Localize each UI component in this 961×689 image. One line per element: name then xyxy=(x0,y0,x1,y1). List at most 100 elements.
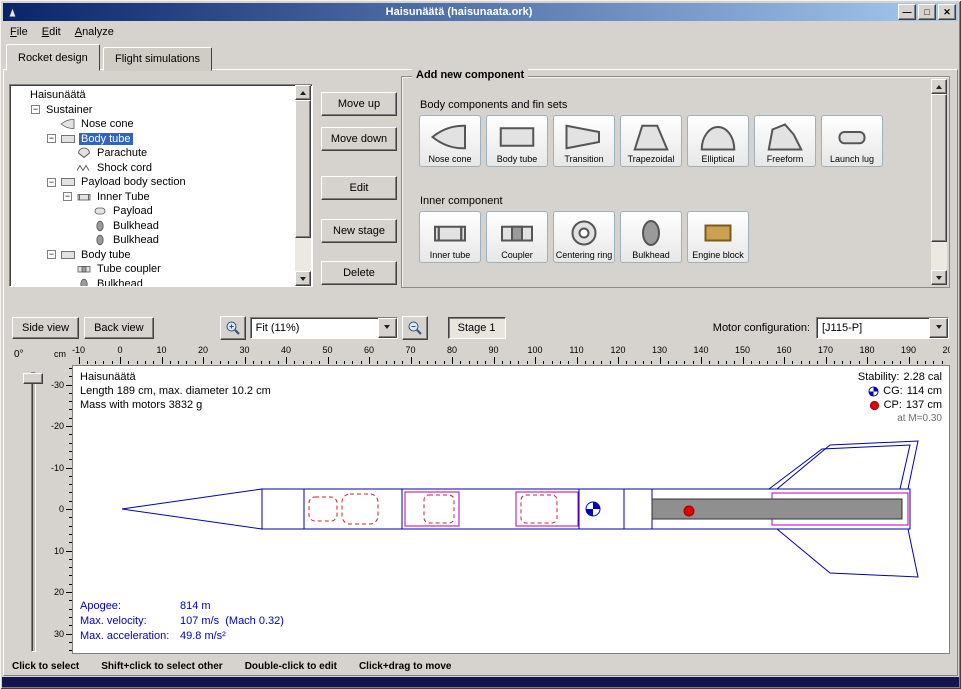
ruler-tick xyxy=(245,357,246,364)
tree-expander-icon[interactable]: − xyxy=(63,192,72,201)
ruler-tick xyxy=(801,361,802,364)
minimize-button[interactable]: — xyxy=(898,4,916,20)
tree-item-bulkhead[interactable]: Bulkhead xyxy=(13,233,294,248)
menu-edit[interactable]: Edit xyxy=(35,22,68,42)
close-button[interactable]: ✕ xyxy=(938,4,956,20)
tree-item-label: Payload body section xyxy=(79,176,188,188)
tree-item-bulkhead[interactable]: Bulkhead xyxy=(13,219,294,234)
tree-item-payload[interactable]: Payload xyxy=(13,204,294,219)
tree-item-inner-tube[interactable]: −Inner Tube xyxy=(13,190,294,205)
ruler-tick xyxy=(834,361,835,364)
ruler-number: -10 xyxy=(72,345,85,355)
hint-click-select: Click to select xyxy=(12,661,79,672)
add-freeform-button[interactable]: Freeform xyxy=(754,115,816,167)
ruler-number: -30 xyxy=(51,380,64,390)
add-transition-button[interactable]: Transition xyxy=(553,115,615,167)
tree-item-haisun-t-[interactable]: Haisunäätä xyxy=(13,88,294,103)
chevron-down-icon[interactable] xyxy=(929,318,948,338)
add-centering-ring-button[interactable]: Centering ring xyxy=(553,211,615,263)
maximize-button[interactable]: □ xyxy=(918,4,936,20)
delete-button[interactable]: Delete xyxy=(321,261,397,285)
move-up-button[interactable]: Move up xyxy=(321,92,397,116)
scroll-down-icon[interactable] xyxy=(295,271,311,286)
tree-item-label: Sustainer xyxy=(44,104,94,116)
add-coupler-button[interactable]: Coupler xyxy=(486,211,548,263)
move-down-button[interactable]: Move down xyxy=(321,127,397,151)
add-bulkhead-button[interactable]: Bulkhead xyxy=(620,211,682,263)
ruler-tick xyxy=(751,361,752,364)
chevron-down-icon[interactable] xyxy=(378,318,397,338)
side-view-button[interactable]: Side view xyxy=(12,317,79,339)
tree-item-label: Body tube xyxy=(79,249,133,261)
rocket-canvas[interactable]: Haisunäätä Length 189 cm, max. diameter … xyxy=(72,365,950,654)
back-view-button[interactable]: Back view xyxy=(84,317,154,339)
component-scrollbar-thumb[interactable] xyxy=(931,94,947,242)
cp-marker xyxy=(684,506,694,516)
bulkhead-icon xyxy=(630,215,672,251)
add-inner-tube-button[interactable]: Inner tube xyxy=(419,211,481,263)
tree-item-parachute[interactable]: Parachute xyxy=(13,146,294,161)
ruler-tick xyxy=(162,357,163,364)
cg-marker xyxy=(586,502,600,516)
zoom-in-button[interactable] xyxy=(220,316,246,340)
stage-1-toggle[interactable]: Stage 1 xyxy=(448,317,506,339)
ruler-tick xyxy=(809,361,810,364)
ruler-tick xyxy=(477,361,478,364)
tree-item-label: Payload xyxy=(111,205,155,217)
tree-item-tube-coupler[interactable]: Tube coupler xyxy=(13,262,294,277)
tab-rocket-design[interactable]: Rocket design xyxy=(6,44,100,71)
tree-scrollbar[interactable] xyxy=(295,85,311,286)
ruler-tick xyxy=(875,361,876,364)
tree-item-nose-cone[interactable]: Nose cone xyxy=(13,117,294,132)
new-stage-button[interactable]: New stage xyxy=(321,219,397,243)
scroll-down-icon[interactable] xyxy=(931,270,947,285)
ruler-number: 180 xyxy=(859,345,874,355)
ruler-unit-label: cm xyxy=(50,349,70,359)
ruler-tick xyxy=(859,361,860,364)
ruler-tick xyxy=(701,357,702,364)
motor-configuration-select[interactable]: [J115-P] xyxy=(816,317,949,339)
component-panel-scrollbar[interactable] xyxy=(931,79,947,285)
ruler-tick xyxy=(826,357,827,364)
scroll-up-icon[interactable] xyxy=(295,85,311,100)
scroll-up-icon[interactable] xyxy=(931,79,947,94)
rotation-slider-thumb[interactable] xyxy=(23,373,43,384)
tree-expander-icon[interactable]: − xyxy=(47,134,56,143)
add-body-tube-button[interactable]: Body tube xyxy=(486,115,548,167)
zoom-out-button[interactable] xyxy=(402,316,428,340)
component-tree[interactable]: Haisunäätä−SustainerNose cone−Body tubeP… xyxy=(9,84,313,287)
add-elliptical-button[interactable]: Elliptical xyxy=(687,115,749,167)
titlebar[interactable]: Haisunäätä (haisunaata.ork) — □ ✕ xyxy=(3,3,958,21)
tree-item-shock-cord[interactable]: Shock cord xyxy=(13,161,294,176)
ruler-tick xyxy=(211,361,212,364)
edit-button[interactable]: Edit xyxy=(321,176,397,200)
menu-file[interactable]: File xyxy=(3,22,35,42)
ruler-number: -10 xyxy=(51,463,64,473)
tree-item-body-tube[interactable]: − Body tube xyxy=(13,248,294,263)
tree-item-payload-body-section[interactable]: − Payload body section xyxy=(13,175,294,190)
hint-shift-click: Shift+click to select other xyxy=(101,661,222,672)
window-title: Haisunäätä (haisunaata.ork) xyxy=(22,6,896,18)
add-nose-cone-button[interactable]: Nose cone xyxy=(419,115,481,167)
tree-item-bulkhead[interactable]: Bulkhead xyxy=(13,277,294,288)
add-launch-lug-button[interactable]: Launch lug xyxy=(821,115,883,167)
ruler-tick xyxy=(643,361,644,364)
tree-item-body-tube[interactable]: −Body tube xyxy=(13,132,294,147)
tree-item-sustainer[interactable]: −Sustainer xyxy=(13,103,294,118)
bulkhead-icon xyxy=(92,234,108,246)
tree-actions: Move up Move down Edit New stage Delete xyxy=(321,92,397,285)
tree-expander-icon[interactable]: − xyxy=(47,250,56,259)
add-trapezoidal-button[interactable]: Trapezoidal xyxy=(620,115,682,167)
tree-expander-icon[interactable]: − xyxy=(31,105,40,114)
rotation-slider-track[interactable] xyxy=(31,372,36,652)
tab-flight-simulations[interactable]: Flight simulations xyxy=(103,47,212,71)
tree-scrollbar-thumb[interactable] xyxy=(295,100,311,238)
ruler-tick xyxy=(626,361,627,364)
stability-label: Stability: xyxy=(858,370,900,384)
tree-item-label: Bulkhead xyxy=(111,220,161,232)
coupler-icon xyxy=(496,215,538,251)
add-engine-block-button[interactable]: Engine block xyxy=(687,211,749,263)
tree-expander-icon[interactable]: − xyxy=(47,178,56,187)
menu-analyze[interactable]: Analyze xyxy=(68,22,121,42)
zoom-select[interactable]: Fit (11%) xyxy=(250,317,398,339)
